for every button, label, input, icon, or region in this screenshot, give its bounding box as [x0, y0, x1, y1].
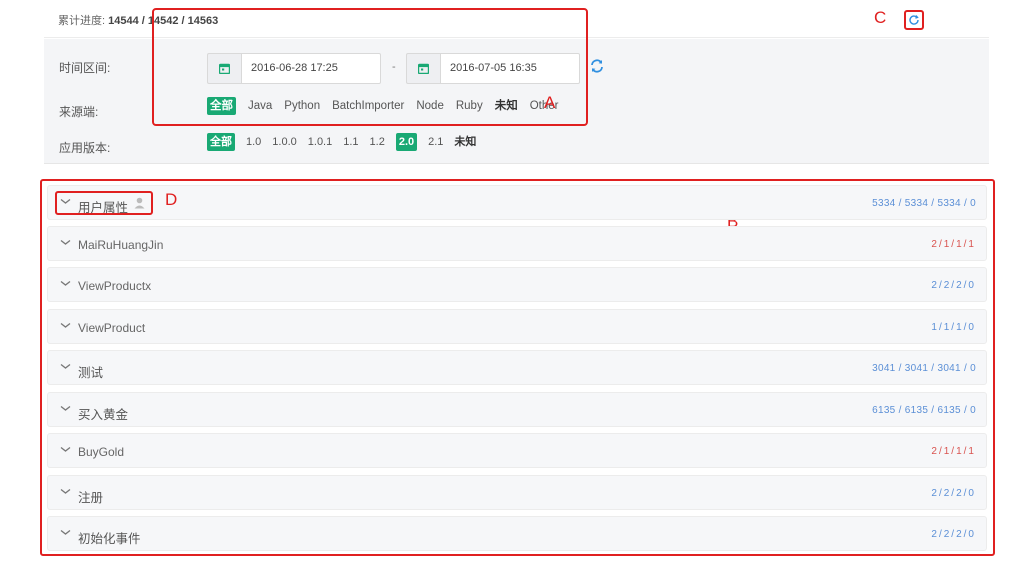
annotation-c: C	[874, 8, 887, 27]
chevron-down-icon	[60, 198, 71, 204]
event-name: MaiRuHuangJin	[78, 238, 164, 252]
chevron-down-icon	[60, 239, 71, 245]
progress-label: 累计进度:	[58, 15, 106, 27]
event-count: 2/2/2/0	[931, 488, 976, 499]
event-name: 用户属性	[78, 201, 129, 215]
event-row[interactable]: MaiRuHuangJin 2/1/1/1	[47, 226, 987, 261]
event-count: 2/1/1/1	[931, 239, 976, 250]
event-row[interactable]: 买入黄金 6135 / 6135 / 6135 / 0	[47, 392, 987, 427]
event-name: 测试	[78, 366, 104, 380]
event-name: 买入黄金	[78, 408, 129, 422]
chevron-down-icon	[60, 488, 71, 494]
event-row[interactable]: 测试 3041 / 3041 / 3041 / 0	[47, 350, 987, 385]
version-option-1-1[interactable]: 1.1	[343, 133, 358, 151]
event-row[interactable]: 初始化事件 2/2/2/0	[47, 516, 987, 551]
version-option-unknown[interactable]: 未知	[454, 133, 476, 151]
version-option-1-0-0[interactable]: 1.0.0	[272, 133, 296, 151]
version-option-1-0-1[interactable]: 1.0.1	[308, 133, 332, 151]
event-count: 2/1/1/1	[931, 446, 976, 457]
annotation-d: D	[165, 190, 178, 209]
chevron-down-icon	[60, 280, 71, 286]
event-count: 2/2/2/0	[931, 280, 976, 291]
version-option-1-0[interactable]: 1.0	[246, 133, 261, 151]
time-range-label: 时间区间:	[59, 61, 111, 75]
version-option-2-0[interactable]: 2.0	[395, 133, 418, 151]
version-label: 应用版本:	[59, 141, 111, 155]
event-name: 初始化事件	[78, 532, 141, 546]
version-options: 全部 1.0 1.0.0 1.0.1 1.1 1.2 2.0 2.1 未知	[207, 133, 487, 151]
event-name: BuyGold	[78, 445, 125, 459]
event-row-user-properties[interactable]: 用户属性 5334 / 5334 / 5334 / 0	[47, 185, 987, 220]
event-count: 5334 / 5334 / 5334 / 0	[872, 198, 976, 209]
version-option-2-1[interactable]: 2.1	[428, 133, 443, 151]
chevron-down-icon	[60, 446, 71, 452]
chevron-down-icon	[60, 405, 71, 411]
event-name: 注册	[78, 491, 104, 505]
annotation-a: A	[544, 93, 556, 112]
sync-icon[interactable]	[589, 58, 605, 74]
event-name: ViewProduct	[78, 321, 146, 335]
annotation-box-a	[152, 8, 588, 126]
event-row[interactable]: ViewProduct 1/1/1/0	[47, 309, 987, 344]
event-count: 1/1/1/0	[931, 322, 976, 333]
event-row[interactable]: ViewProductx 2/2/2/0	[47, 267, 987, 302]
event-count: 6135 / 6135 / 6135 / 0	[872, 405, 976, 416]
version-option-1-2[interactable]: 1.2	[370, 133, 385, 151]
event-row[interactable]: 注册 2/2/2/0	[47, 475, 987, 510]
refresh-button[interactable]	[904, 10, 924, 30]
source-label: 来源端:	[59, 105, 99, 119]
event-count: 2/2/2/0	[931, 529, 976, 540]
chevron-down-icon	[60, 363, 71, 369]
chevron-down-icon	[60, 529, 71, 535]
event-name: ViewProductx	[78, 279, 152, 293]
version-option-all[interactable]: 全部	[207, 133, 235, 151]
chevron-down-icon	[60, 322, 71, 328]
event-row[interactable]: BuyGold 2/1/1/1	[47, 433, 987, 468]
refresh-icon	[909, 15, 919, 25]
user-icon	[134, 197, 145, 209]
event-count: 3041 / 3041 / 3041 / 0	[872, 363, 976, 374]
